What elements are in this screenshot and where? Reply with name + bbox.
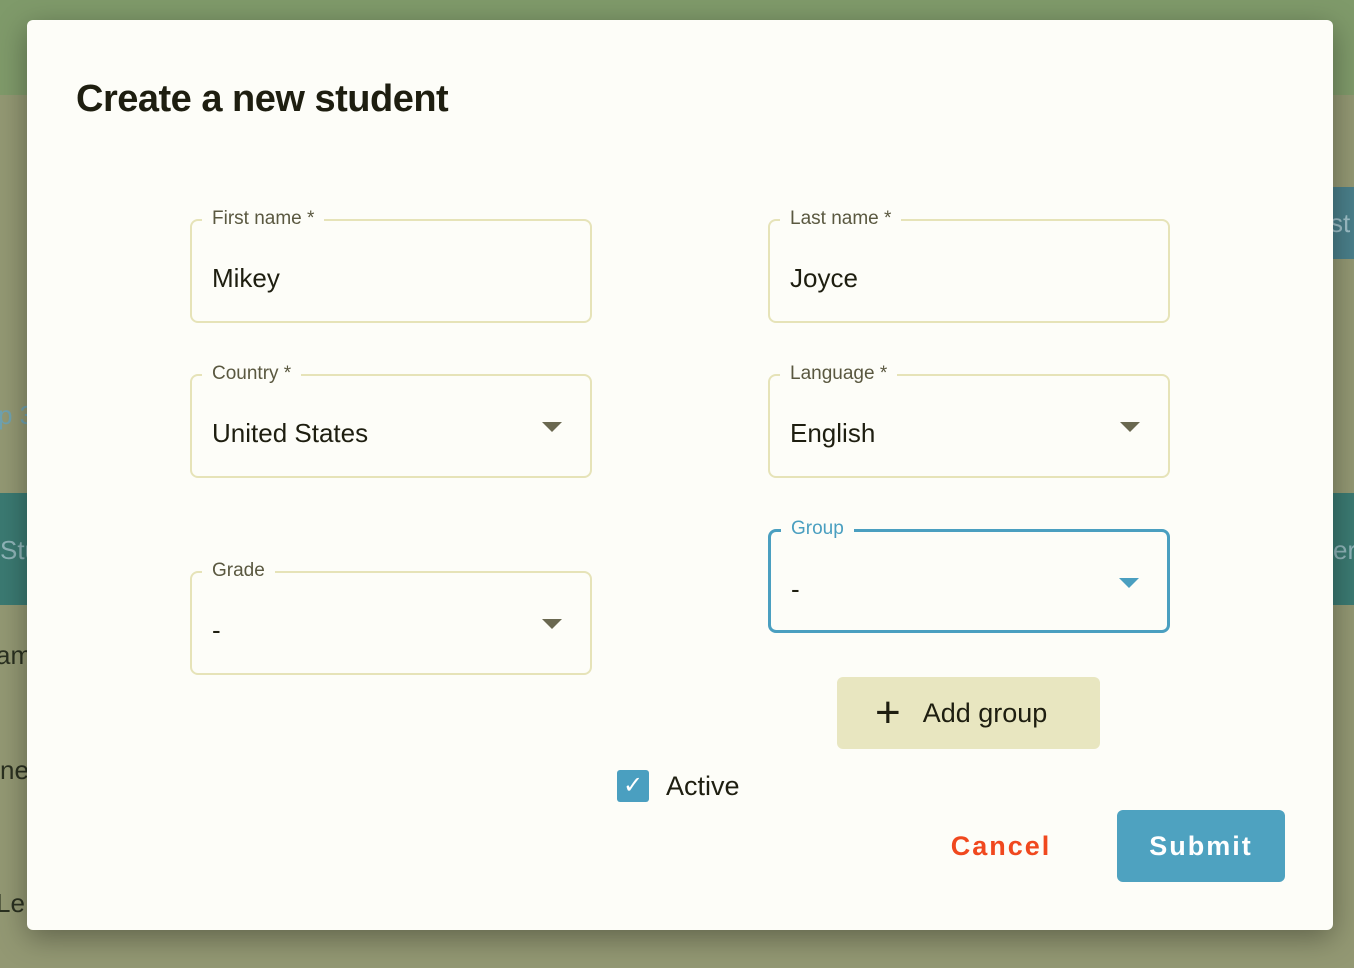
language-label: Language * bbox=[780, 363, 898, 385]
language-value: English bbox=[790, 418, 876, 448]
background-text: st bbox=[1330, 208, 1351, 238]
country-label: Country * bbox=[202, 363, 302, 385]
country-select[interactable]: Country * United States bbox=[190, 363, 592, 478]
add-group-label: Add group bbox=[922, 697, 1048, 728]
active-checkbox[interactable]: ✓ bbox=[617, 770, 649, 802]
background-text: Le bbox=[0, 888, 25, 918]
first-name-value: Mikey bbox=[212, 263, 280, 293]
last-name-value: Joyce bbox=[790, 263, 858, 293]
create-student-dialog: Create a new student First name * Mikey … bbox=[27, 20, 1333, 930]
chevron-down-icon bbox=[1119, 578, 1139, 588]
background-text: ne bbox=[0, 755, 29, 785]
submit-button[interactable]: Submit bbox=[1117, 810, 1285, 882]
grade-label: Grade bbox=[202, 560, 275, 582]
grade-value: - bbox=[212, 615, 221, 645]
last-name-field[interactable]: Last name * Joyce bbox=[768, 208, 1170, 323]
first-name-label: First name * bbox=[202, 208, 325, 230]
group-label: Group bbox=[781, 518, 854, 540]
language-select[interactable]: Language * English bbox=[768, 363, 1170, 478]
plus-icon: + bbox=[875, 688, 901, 737]
cancel-button[interactable]: Cancel bbox=[937, 820, 1065, 872]
check-icon: ✓ bbox=[622, 772, 644, 799]
chevron-down-icon bbox=[1120, 422, 1140, 432]
add-group-button[interactable]: + Add group bbox=[837, 677, 1100, 749]
background-text: era bbox=[1333, 535, 1354, 565]
chevron-down-icon bbox=[542, 422, 562, 432]
country-value: United States bbox=[212, 418, 369, 448]
group-value: - bbox=[791, 574, 800, 604]
group-select[interactable]: Group - bbox=[768, 518, 1170, 633]
last-name-label: Last name * bbox=[780, 208, 902, 230]
active-label: Active bbox=[666, 771, 740, 801]
first-name-field[interactable]: First name * Mikey bbox=[190, 208, 592, 323]
dialog-title: Create a new student bbox=[76, 78, 449, 120]
chevron-down-icon bbox=[542, 619, 562, 629]
grade-select[interactable]: Grade - bbox=[190, 560, 592, 675]
